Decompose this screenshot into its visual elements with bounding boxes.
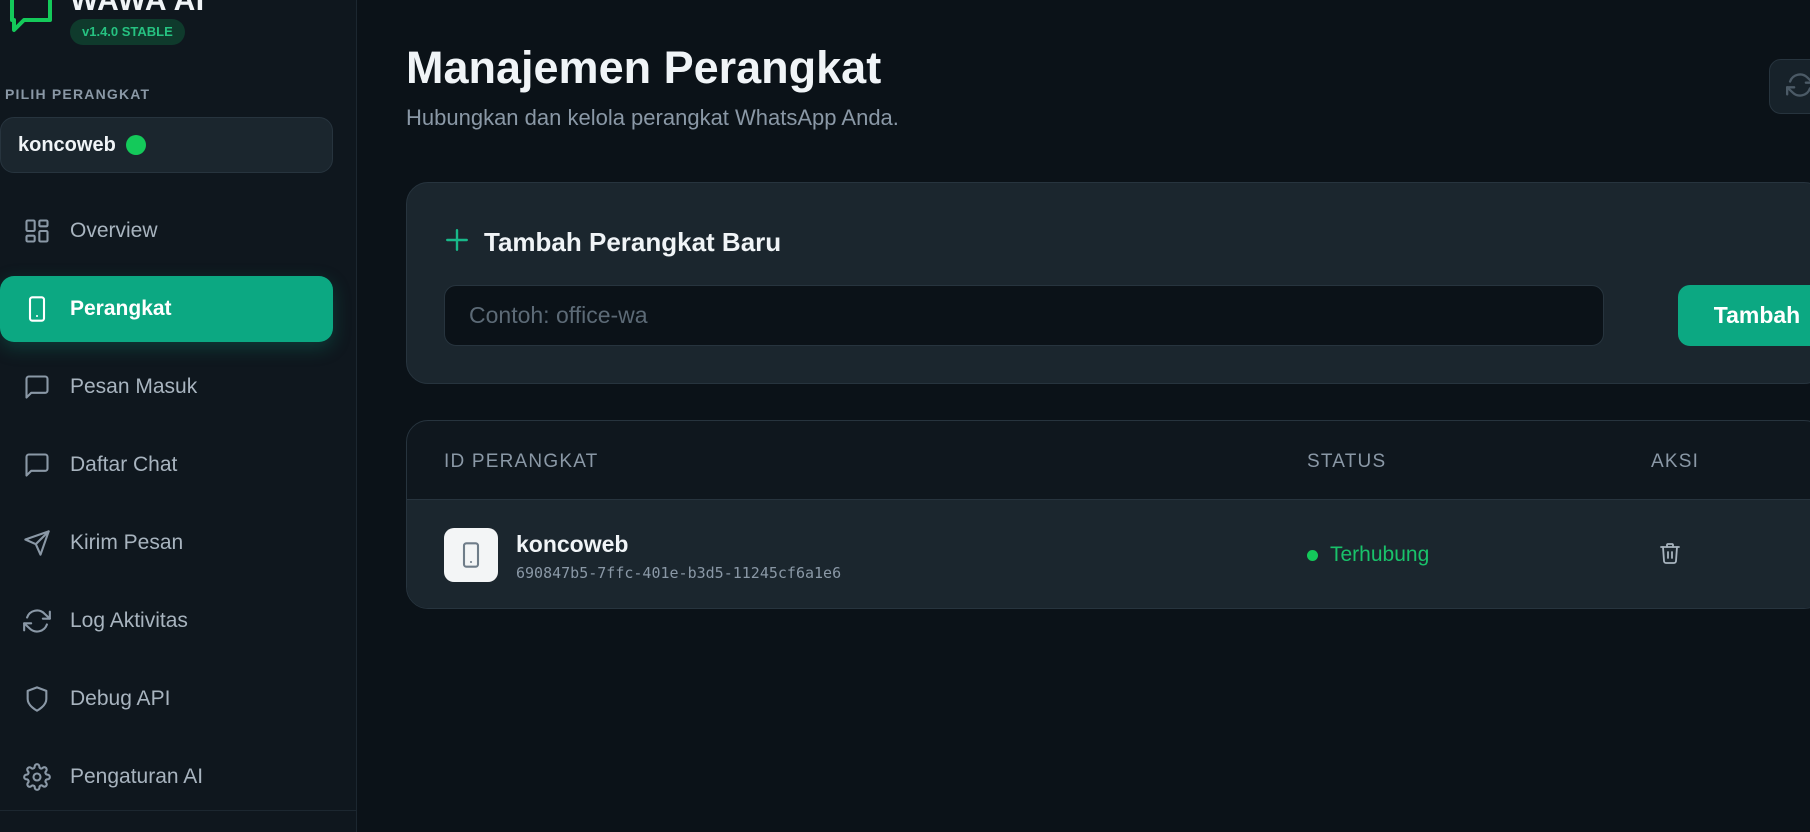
table-header: ID PERANGKAT STATUS AKSI <box>407 421 1810 500</box>
sidebar-item-pengaturan-ai[interactable]: Pengaturan AI <box>0 744 333 810</box>
device-name: koncoweb <box>516 531 629 557</box>
sidebar-item-perangkat[interactable]: Perangkat <box>0 276 333 342</box>
section-label: PILIH PERANGKAT <box>5 86 151 102</box>
refresh-button[interactable] <box>1769 59 1810 114</box>
sidebar-item-overview[interactable]: Overview <box>0 198 333 264</box>
sidebar-item-label: Daftar Chat <box>70 453 178 476</box>
chat-bubble-icon <box>6 0 56 36</box>
column-header-id: ID PERANGKAT <box>444 451 599 472</box>
device-selector-value: koncoweb <box>18 133 116 156</box>
smartphone-icon <box>22 294 52 324</box>
sidebar: WAWA AI v1.4.0 STABLE PILIH PERANGKAT ko… <box>0 0 357 832</box>
device-uuid: 690847b5-7ffc-401e-b3d5-11245cf6a1e6 <box>516 564 842 582</box>
sidebar-item-label: Perangkat <box>70 297 172 320</box>
add-device-header: Tambah Perangkat Baru <box>444 227 781 258</box>
plus-icon <box>444 227 470 258</box>
grid-icon <box>22 216 52 246</box>
status-dot <box>1307 549 1318 561</box>
page-title: Manajemen Perangkat <box>406 42 882 93</box>
sidebar-item-log-aktivitas[interactable]: Log Aktivitas <box>0 588 333 654</box>
app-root: WAWA AI v1.4.0 STABLE PILIH PERANGKAT ko… <box>0 0 1810 832</box>
delete-device-button[interactable] <box>1655 539 1685 569</box>
sidebar-item-daftar-chat[interactable]: Daftar Chat <box>0 432 333 498</box>
send-icon <box>22 528 52 558</box>
table-row: koncoweb 690847b5-7ffc-401e-b3d5-11245cf… <box>407 500 1810 608</box>
version-badge: v1.4.0 STABLE <box>70 19 185 45</box>
shield-icon <box>22 684 52 714</box>
message-icon <box>22 450 52 480</box>
sidebar-divider <box>0 810 357 811</box>
refresh-icon <box>22 606 52 636</box>
status-badge: Terhubung <box>1307 543 1429 567</box>
column-header-status: STATUS <box>1307 451 1387 472</box>
page-subtitle: Hubungkan dan kelola perangkat WhatsApp … <box>406 105 899 130</box>
sidebar-item-label: Pengaturan AI <box>70 765 204 788</box>
sidebar-item-label: Kirim Pesan <box>70 531 184 554</box>
add-device-title: Tambah Perangkat Baru <box>484 227 782 257</box>
status-text: Terhubung <box>1330 543 1430 566</box>
brand-name: WAWA AI <box>70 0 205 17</box>
sidebar-item-label: Log Aktivitas <box>70 609 188 632</box>
trash-icon <box>1658 541 1682 568</box>
sidebar-item-label: Pesan Masuk <box>70 375 198 398</box>
add-device-button[interactable]: Tambah <box>1678 285 1810 346</box>
sidebar-item-debug-api[interactable]: Debug API <box>0 666 333 732</box>
device-id-input[interactable] <box>444 285 1604 346</box>
device-table: ID PERANGKAT STATUS AKSI koncoweb 690847… <box>406 420 1810 609</box>
sidebar-item-pesan-masuk[interactable]: Pesan Masuk <box>0 354 333 420</box>
sidebar-item-label: Debug API <box>70 687 171 710</box>
sidebar-item-kirim-pesan[interactable]: Kirim Pesan <box>0 510 333 576</box>
message-icon <box>22 372 52 402</box>
device-selector[interactable]: koncoweb <box>0 117 333 173</box>
gear-icon <box>22 762 52 792</box>
column-header-aksi: AKSI <box>1651 451 1700 472</box>
main-content: Manajemen Perangkat Hubungkan dan kelola… <box>357 0 1810 832</box>
refresh-icon <box>1786 71 1810 102</box>
sidebar-item-label: Overview <box>70 219 158 242</box>
smartphone-icon <box>444 528 498 582</box>
add-device-card: Tambah Perangkat Baru Tambah <box>406 182 1810 384</box>
online-status-dot <box>125 135 146 155</box>
